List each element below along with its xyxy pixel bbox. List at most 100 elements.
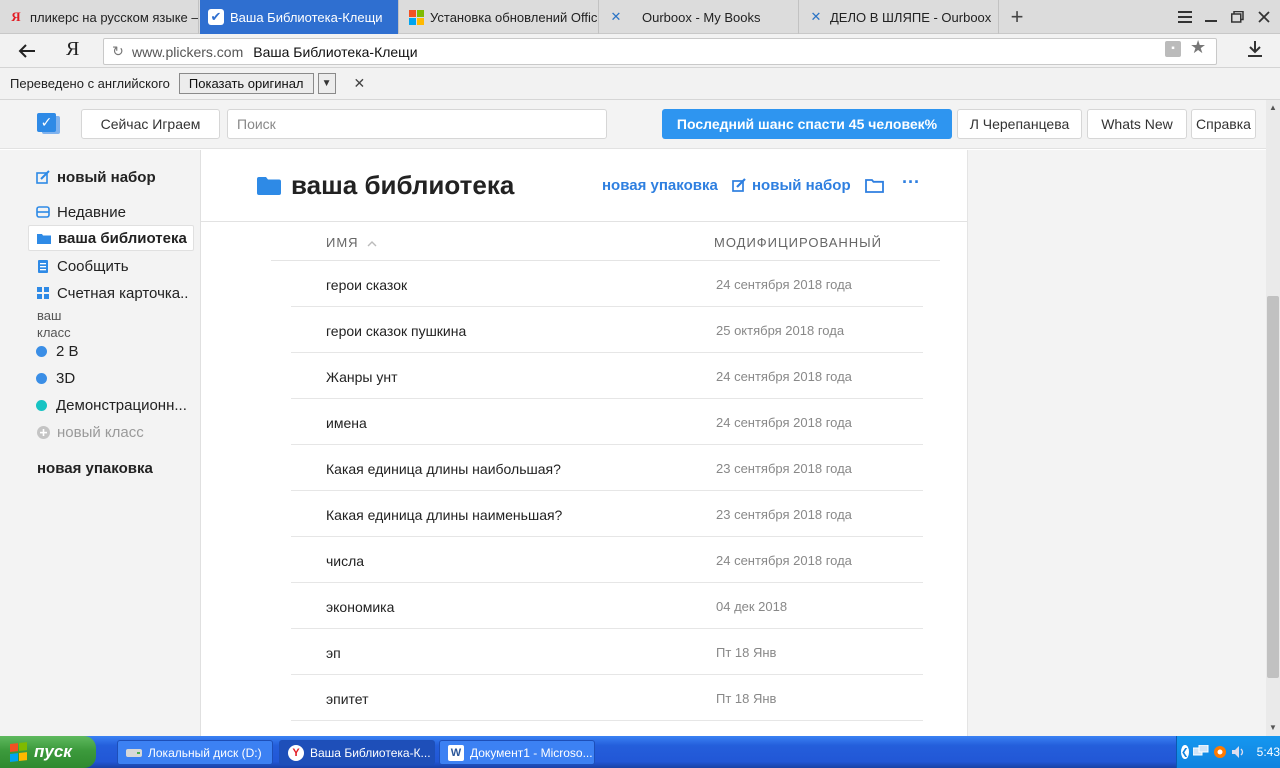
table-row[interactable]: эпитет Пт 18 Янв [291, 675, 923, 721]
address-bar: Я ↻ www.plickers.com Ваша Библиотека-Кле… [0, 34, 1280, 68]
sidebar-item-label: новый класс [57, 423, 144, 441]
new-set-link[interactable]: новый набор [732, 177, 851, 194]
ourboox-icon: ✕ [810, 9, 822, 24]
chevron-down-icon[interactable]: ▼ [317, 73, 336, 94]
class-color-dot [36, 345, 47, 357]
table-row[interactable]: числа 24 сентября 2018 года [291, 537, 923, 583]
sidebar-item-class[interactable]: 3D [28, 365, 194, 391]
taskbar-item-active[interactable]: Y Ваша Библиотека-К... [279, 740, 435, 765]
table-row[interactable]: герои сказок 24 сентября 2018 года [291, 261, 923, 307]
scroll-up-icon[interactable]: ▲ [1266, 100, 1280, 116]
sidebar-item-recent[interactable]: Недавние [28, 199, 194, 225]
sidebar-item-class[interactable]: 2 В [28, 338, 194, 364]
browser-tab[interactable]: Я пликерс на русском языке – [0, 0, 199, 34]
network-icon[interactable] [1192, 744, 1209, 760]
taskbar-item-label: Локальный диск (D:) [148, 745, 262, 760]
show-original-button[interactable]: Показать оригинал [178, 73, 314, 94]
sidebar-item-scoresheet[interactable]: Счетная карточка.. [28, 280, 194, 306]
tab-title: Ваша Библиотека-Клещи [230, 9, 383, 25]
plickers-icon: ✔ [208, 9, 224, 25]
scrollbar-thumb[interactable] [1267, 296, 1279, 678]
start-label: пуск [34, 742, 72, 761]
table-row[interactable]: имена 24 сентября 2018 года [291, 399, 923, 445]
modified-date: 24 сентября 2018 года [716, 553, 852, 568]
set-name: эпитет [326, 691, 369, 707]
table-row[interactable]: герои сказок пушкина 25 октября 2018 года [291, 307, 923, 353]
translate-close-icon[interactable]: ✕ [354, 75, 366, 92]
set-name: Жанры унт [326, 369, 398, 385]
sidebar-item-new-pack[interactable]: новая упаковка [28, 455, 194, 481]
table-header: ИМЯ МОДИФИЦИРОВАННЫЙ [271, 228, 940, 261]
scroll-down-icon[interactable]: ▼ [1266, 720, 1280, 736]
set-name: экономика [326, 599, 395, 615]
browser-tab[interactable]: ✕ Ourboox - My Books [600, 0, 799, 34]
help-button[interactable]: Справка [1191, 109, 1256, 139]
modified-date: 04 дек 2018 [716, 599, 788, 614]
library-panel: ваша библиотека новая упаковка новый наб… [201, 150, 968, 736]
sidebar-item-new-class[interactable]: новый класс [28, 419, 194, 445]
sidebar-item-report[interactable]: Сообщить [28, 253, 194, 279]
sort-ascending-icon [367, 241, 377, 247]
browser-tab[interactable]: Установка обновлений Office [400, 0, 599, 34]
sidebar: новый набор Недавние ваша библиотека Соо… [0, 150, 201, 736]
table-row[interactable]: Жанры унт 24 сентября 2018 года [291, 353, 923, 399]
plickers-logo[interactable]: ✓ [37, 113, 61, 135]
table-row[interactable]: эп Пт 18 Янв [291, 629, 923, 675]
reload-icon[interactable]: ↻ [104, 43, 132, 60]
taskbar-item[interactable]: W Документ1 - Microso... [439, 740, 595, 765]
yandex-logo[interactable]: Я [66, 38, 79, 61]
class-color-dot [36, 372, 47, 384]
avast-icon[interactable] [1213, 744, 1227, 760]
sidebar-item-label: новый набор [57, 168, 156, 186]
promo-button[interactable]: Последний шанс спасти 45 человек% [662, 109, 952, 139]
user-account-button[interactable]: Л Черепанцева [957, 109, 1082, 139]
yandex-browser-icon: Y [288, 744, 304, 761]
sidebar-item-class[interactable]: Демонстрационн... [28, 392, 194, 418]
minimize-icon[interactable] [1198, 0, 1224, 34]
sidebar-item-label: 3D [56, 369, 76, 387]
modified-date: 23 сентября 2018 года [716, 507, 852, 522]
menu-icon[interactable] [1172, 0, 1198, 34]
page-scrollbar[interactable]: ▲ ▼ [1266, 100, 1280, 736]
ourboox-icon: ✕ [610, 9, 622, 24]
classes-label-line: ваш [37, 308, 62, 323]
speaker-icon[interactable] [1231, 744, 1245, 760]
column-header-modified[interactable]: МОДИФИЦИРОВАННЫЙ [714, 235, 882, 250]
tray-expand-icon[interactable]: ❮ [1181, 745, 1189, 759]
new-pack-link[interactable]: новая упаковка [602, 177, 718, 194]
modified-date: 24 сентября 2018 года [716, 415, 852, 430]
url-field[interactable]: ↻ www.plickers.com Ваша Библиотека-Клещи [103, 38, 1217, 65]
column-header-name[interactable]: ИМЯ [326, 235, 377, 250]
sidebar-item-library[interactable]: ваша библиотека [28, 225, 194, 251]
set-name: Какая единица длины наибольшая? [326, 461, 561, 477]
modified-date: Пт 18 Янв [716, 691, 777, 706]
table-row[interactable]: экономика 04 дек 2018 [291, 583, 923, 629]
translate-bar: Переведено с английского Показать оригин… [0, 68, 1280, 100]
taskbar-item[interactable]: Локальный диск (D:) [117, 740, 273, 765]
start-button[interactable]: пуск [0, 736, 96, 768]
more-options-icon[interactable]: ··· [902, 172, 920, 193]
new-tab-button[interactable]: + [1004, 3, 1030, 31]
bookmark-star-icon[interactable]: ★ [1190, 37, 1206, 58]
back-arrow-icon[interactable] [14, 39, 40, 63]
now-playing-button[interactable]: Сейчас Играем [81, 109, 220, 139]
lock-icon[interactable]: ▪ [1165, 41, 1181, 57]
folder-icon [257, 177, 281, 195]
system-tray: ❮ 5:43 [1176, 736, 1280, 768]
table-row[interactable]: Какая единица длины наибольшая? 23 сентяб… [291, 445, 923, 491]
search-input[interactable] [227, 109, 607, 139]
browser-tab-active[interactable]: ✔ Ваша Библиотека-Клещи [200, 0, 399, 34]
download-icon[interactable] [1245, 37, 1265, 62]
close-icon[interactable] [1251, 0, 1277, 34]
sidebar-item-new-set[interactable]: новый набор [28, 164, 194, 190]
table-row[interactable]: Какая единица длины наименьшая? 23 сентяб… [291, 491, 923, 537]
modified-date: 23 сентября 2018 года [716, 461, 852, 476]
restore-icon[interactable] [1224, 0, 1250, 34]
tab-title: ДЕЛО В ШЛЯПЕ - Ourboox [830, 9, 992, 25]
new-folder-icon[interactable] [865, 178, 884, 193]
whats-new-button[interactable]: Whats New [1087, 109, 1187, 139]
browser-tab[interactable]: ✕ ДЕЛО В ШЛЯПЕ - Ourboox [800, 0, 999, 34]
modified-date: 24 сентября 2018 года [716, 369, 852, 384]
url-page-title: Ваша Библиотека-Клещи [253, 43, 418, 60]
set-name: эп [326, 645, 341, 661]
